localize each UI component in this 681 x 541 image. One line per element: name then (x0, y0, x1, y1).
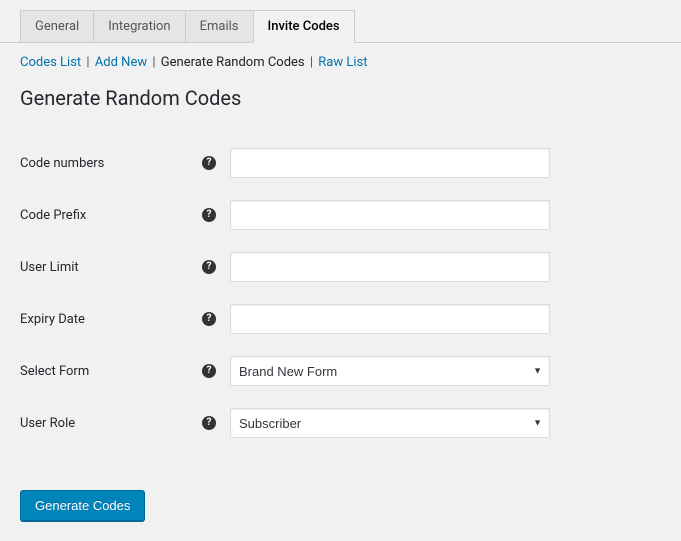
input-code-numbers[interactable] (230, 148, 550, 178)
label-expiry-date: Expiry Date (20, 312, 85, 327)
input-expiry-date[interactable] (230, 304, 550, 334)
form: Code numbers ? Code Prefix ? User Limit … (0, 116, 681, 470)
help-icon[interactable]: ? (202, 208, 216, 222)
subnav-sep: | (86, 55, 92, 70)
label-user-limit: User Limit (20, 260, 79, 275)
select-user-role[interactable]: Subscriber (230, 408, 550, 438)
tab-invite-codes[interactable]: Invite Codes (253, 10, 355, 43)
subnav: Codes List | Add New | Generate Random C… (0, 43, 681, 78)
subnav-generate-random: Generate Random Codes (161, 55, 305, 70)
select-form[interactable]: Brand New Form (230, 356, 550, 386)
row-select-form: Select Form ? Brand New Form (20, 356, 661, 386)
row-user-role: User Role ? Subscriber (20, 408, 661, 438)
help-icon[interactable]: ? (202, 364, 216, 378)
tab-general[interactable]: General (20, 10, 94, 42)
subnav-sep: | (310, 55, 316, 70)
subnav-codes-list[interactable]: Codes List (20, 55, 81, 70)
top-tabs: General Integration Emails Invite Codes (0, 0, 681, 43)
help-icon[interactable]: ? (202, 156, 216, 170)
tab-integration[interactable]: Integration (93, 10, 185, 42)
tab-emails[interactable]: Emails (185, 10, 254, 42)
help-icon[interactable]: ? (202, 260, 216, 274)
subnav-raw-list[interactable]: Raw List (318, 55, 367, 70)
input-user-limit[interactable] (230, 252, 550, 282)
help-icon[interactable]: ? (202, 416, 216, 430)
subnav-add-new[interactable]: Add New (95, 55, 147, 70)
page-title: Generate Random Codes (0, 78, 681, 116)
label-select-form: Select Form (20, 364, 89, 379)
subnav-sep: | (152, 55, 158, 70)
help-icon[interactable]: ? (202, 312, 216, 326)
label-code-prefix: Code Prefix (20, 208, 86, 223)
label-user-role: User Role (20, 416, 75, 431)
row-user-limit: User Limit ? (20, 252, 661, 282)
label-code-numbers: Code numbers (20, 156, 104, 171)
row-expiry-date: Expiry Date ? (20, 304, 661, 334)
generate-codes-button[interactable]: Generate Codes (20, 490, 145, 521)
input-code-prefix[interactable] (230, 200, 550, 230)
row-code-prefix: Code Prefix ? (20, 200, 661, 230)
row-code-numbers: Code numbers ? (20, 148, 661, 178)
